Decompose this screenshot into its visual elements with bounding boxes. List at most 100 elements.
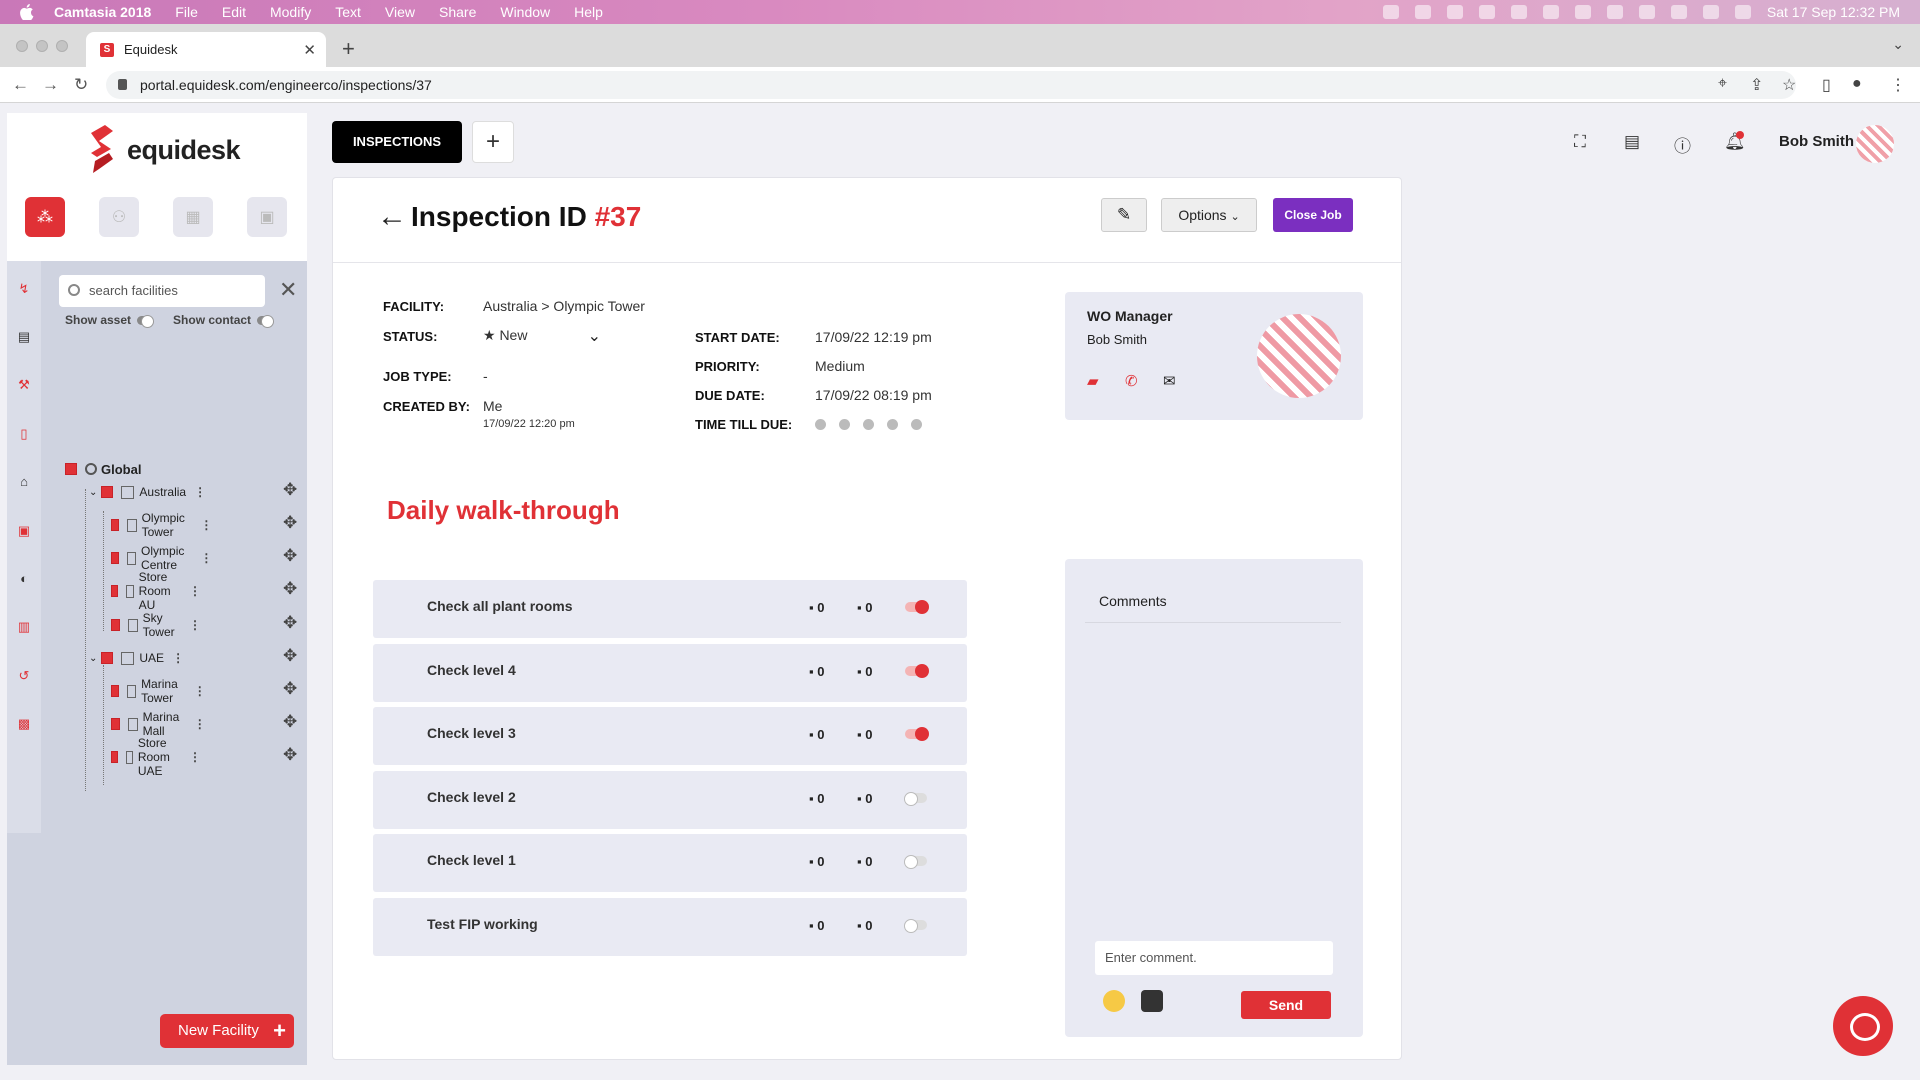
move-handle-icon[interactable]: ✥ xyxy=(283,480,297,500)
close-job-button[interactable]: Close Job xyxy=(1273,198,1353,232)
rail-inventory-icon[interactable]: ▥ xyxy=(16,619,32,635)
tree-node-olympic-centre[interactable]: Olympic Centre ⋮ xyxy=(111,544,212,572)
node-menu-icon[interactable]: ⋮ xyxy=(189,750,201,764)
status-icon[interactable] xyxy=(1414,5,1431,19)
tree-node-store-room-uae[interactable]: Store Room UAE ⋮ xyxy=(111,736,201,778)
task-photo-count[interactable]: ▪ 0 xyxy=(857,664,872,679)
task-photo-count[interactable]: ▪ 0 xyxy=(857,918,872,933)
url-bar[interactable]: portal.equidesk.com/engineerco/inspectio… xyxy=(106,71,1796,99)
node-menu-icon[interactable]: ⋮ xyxy=(200,518,212,532)
task-row[interactable]: Check level 3 ▪ 0 ▪ 0 xyxy=(373,707,967,765)
menu-app-name[interactable]: Camtasia 2018 xyxy=(54,4,151,20)
tree-checkbox[interactable] xyxy=(111,685,120,697)
volume-icon[interactable] xyxy=(1574,5,1591,19)
task-done-toggle[interactable] xyxy=(905,600,929,614)
reload-icon[interactable]: ↻ xyxy=(74,75,88,95)
people-mode-button[interactable]: ⚇ xyxy=(99,197,139,237)
tree-checkbox[interactable] xyxy=(111,585,119,597)
move-handle-icon[interactable]: ✥ xyxy=(283,513,297,533)
dashboard-mode-button[interactable]: ▣ xyxy=(247,197,287,237)
rail-history-icon[interactable]: ↺ xyxy=(16,668,32,684)
show-asset-toggle[interactable]: Show asset xyxy=(65,313,155,329)
menu-help[interactable]: Help xyxy=(574,4,603,20)
grid-mode-button[interactable]: ⁂ xyxy=(25,197,65,237)
menu-file[interactable]: File xyxy=(175,4,198,20)
task-comment-count[interactable]: ▪ 0 xyxy=(809,791,824,806)
wifi-icon[interactable] xyxy=(1670,5,1687,19)
menu-modify[interactable]: Modify xyxy=(270,4,311,20)
facility-search-input[interactable]: search facilities xyxy=(59,275,265,307)
calendar-mode-button[interactable]: ▦ xyxy=(173,197,213,237)
back-nav-icon[interactable]: ← xyxy=(12,75,29,95)
tree-checkbox[interactable] xyxy=(65,463,77,475)
node-menu-icon[interactable]: ⋮ xyxy=(194,717,206,731)
phone-icon[interactable]: ✆ xyxy=(1125,372,1138,390)
task-done-toggle[interactable] xyxy=(905,727,929,741)
task-row[interactable]: Test FIP working ▪ 0 ▪ 0 xyxy=(373,898,967,956)
move-handle-icon[interactable]: ✥ xyxy=(283,679,297,699)
tree-node-uae[interactable]: ⌄ UAE ⋮ xyxy=(89,648,184,668)
task-photo-count[interactable]: ▪ 0 xyxy=(857,791,872,806)
cloud-icon[interactable] xyxy=(1478,5,1495,19)
user-name[interactable]: Bob Smith xyxy=(1779,133,1854,150)
equidesk-logo[interactable]: equidesk xyxy=(87,123,241,177)
status-icon[interactable] xyxy=(1446,5,1463,19)
user-avatar[interactable] xyxy=(1856,125,1894,163)
rail-assets-icon[interactable]: ▤ xyxy=(16,329,32,345)
tree-node-sky-tower[interactable]: Sky Tower ⋮ xyxy=(111,611,201,639)
browser-tab[interactable]: S Equidesk ✕ xyxy=(86,32,326,67)
task-photo-count[interactable]: ▪ 0 xyxy=(857,600,872,615)
tree-checkbox[interactable] xyxy=(101,652,114,664)
menu-clock[interactable]: Sat 17 Sep 12:32 PM xyxy=(1767,4,1900,20)
close-window-icon[interactable] xyxy=(16,40,28,52)
task-done-toggle[interactable] xyxy=(904,855,927,869)
new-tab-icon[interactable]: + xyxy=(342,36,355,62)
task-comment-count[interactable]: ▪ 0 xyxy=(809,600,824,615)
move-handle-icon[interactable]: ✥ xyxy=(283,646,297,666)
profile-icon[interactable]: ● xyxy=(1852,75,1862,93)
close-tab-icon[interactable]: ✕ xyxy=(303,41,316,59)
back-arrow-icon[interactable]: ← xyxy=(377,200,407,234)
rail-documents-icon[interactable]: ▯ xyxy=(16,426,32,442)
tree-node-australia[interactable]: ⌄ Australia ⋮ xyxy=(89,482,206,502)
task-row[interactable]: Check level 2 ▪ 0 ▪ 0 xyxy=(373,771,967,829)
location-icon[interactable]: ⌖ xyxy=(1718,75,1727,93)
tree-node-olympic-tower[interactable]: Olympic Tower ⋮ xyxy=(111,511,212,539)
node-menu-icon[interactable]: ⋮ xyxy=(194,485,206,499)
task-comment-count[interactable]: ▪ 0 xyxy=(809,854,824,869)
menu-window[interactable]: Window xyxy=(500,4,550,20)
move-handle-icon[interactable]: ✥ xyxy=(283,546,297,566)
maximize-window-icon[interactable] xyxy=(56,40,68,52)
play-icon[interactable] xyxy=(1606,5,1623,19)
rail-tools-icon[interactable]: ⚒ xyxy=(16,377,32,393)
comment-input[interactable]: Enter comment. xyxy=(1095,941,1333,975)
node-menu-icon[interactable]: ⋮ xyxy=(200,551,212,565)
browser-menu-icon[interactable]: ⋮ xyxy=(1890,75,1906,95)
sidebar-panel-icon[interactable]: ▯ xyxy=(1822,75,1831,95)
tree-checkbox[interactable] xyxy=(111,718,120,730)
task-photo-count[interactable]: ▪ 0 xyxy=(857,727,872,742)
clear-search-icon[interactable]: ✕ xyxy=(279,277,297,303)
tab-search-chevron-icon[interactable]: ⌄ xyxy=(1892,36,1904,53)
move-handle-icon[interactable]: ✥ xyxy=(283,613,297,633)
inspections-tab-button[interactable]: INSPECTIONS xyxy=(332,121,462,163)
status-icon[interactable] xyxy=(1542,5,1559,19)
rail-buildings-icon[interactable]: ⌂ xyxy=(16,474,32,490)
cloud-icon[interactable] xyxy=(1510,5,1527,19)
rail-finance-icon[interactable]: ▩ xyxy=(16,716,32,732)
share-icon[interactable]: ⇪ xyxy=(1750,75,1763,95)
email-icon[interactable]: ✉ xyxy=(1163,372,1176,390)
tree-node-marina-mall[interactable]: Marina Mall ⋮ xyxy=(111,710,206,738)
task-done-toggle[interactable] xyxy=(905,664,929,678)
move-handle-icon[interactable]: ✥ xyxy=(283,712,297,732)
menu-edit[interactable]: Edit xyxy=(222,4,246,20)
tree-node-store-room-au[interactable]: Store Room AU ⋮ xyxy=(111,570,201,612)
search-icon[interactable] xyxy=(1702,5,1719,19)
tree-node-marina-tower[interactable]: Marina Tower ⋮ xyxy=(111,677,206,705)
emoji-icon[interactable] xyxy=(1103,990,1125,1012)
edit-button[interactable]: ✎ xyxy=(1101,198,1147,232)
help-book-icon[interactable]: ▤ xyxy=(1624,132,1640,152)
battery-icon[interactable] xyxy=(1638,5,1655,19)
task-row[interactable]: Check level 4 ▪ 0 ▪ 0 xyxy=(373,644,967,702)
rail-jobs-icon[interactable]: ↯ xyxy=(16,281,32,297)
